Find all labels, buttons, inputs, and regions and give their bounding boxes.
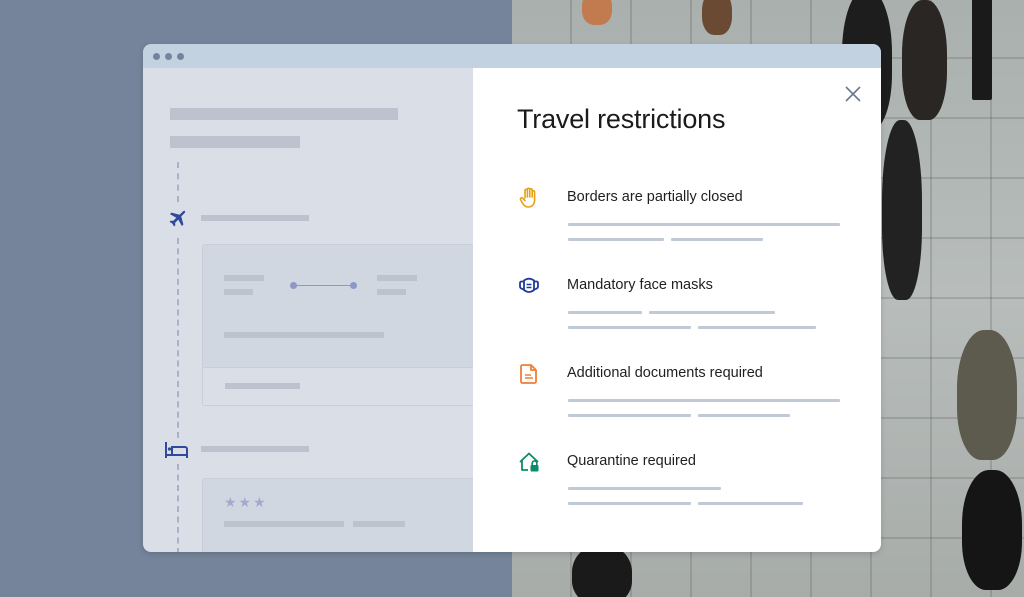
hand-stop-icon <box>519 187 536 208</box>
placeholder-hotel-title <box>201 446 309 452</box>
placeholder-subheading <box>170 136 300 148</box>
hotel-bed-icon <box>165 442 188 458</box>
placeholder-line <box>698 326 816 329</box>
window-dot[interactable] <box>177 52 184 60</box>
timeline-line <box>177 162 179 202</box>
placeholder-line <box>568 223 840 226</box>
restriction-label: Quarantine required <box>567 453 696 469</box>
timeline-line <box>177 464 179 552</box>
placeholder-origin <box>224 275 264 281</box>
placeholder-line <box>698 502 803 505</box>
close-icon <box>845 86 861 102</box>
photo-person <box>582 0 612 25</box>
restriction-item-masks: Mandatory face masks <box>517 274 847 334</box>
placeholder-origin-time <box>224 289 253 295</box>
route-end-dot <box>350 282 357 289</box>
airplane-icon <box>169 210 186 227</box>
placeholder-line <box>671 238 763 241</box>
page-title: Travel restrictions <box>517 104 726 134</box>
placeholder-hotel-price <box>353 521 405 527</box>
placeholder-line <box>568 311 642 314</box>
window-dot[interactable] <box>153 52 160 60</box>
photo-person <box>702 0 732 35</box>
window-titlebar <box>143 44 881 68</box>
placeholder-hotel-name <box>224 521 344 527</box>
flight-card-footer <box>203 367 481 405</box>
placeholder-flight-title <box>201 215 309 221</box>
placeholder-line <box>568 414 691 417</box>
restriction-item-borders: Borders are partially closed <box>517 186 847 246</box>
placeholder-line <box>568 238 664 241</box>
close-button[interactable] <box>843 84 863 104</box>
restriction-label: Additional documents required <box>567 365 763 381</box>
route-line <box>294 285 354 286</box>
document-icon <box>520 364 537 384</box>
flight-card[interactable] <box>202 244 482 406</box>
placeholder-footer <box>225 383 300 389</box>
browser-window: ★★★ Travel restrictions Borders are part… <box>143 44 881 552</box>
face-mask-icon <box>519 277 539 293</box>
restriction-label: Borders are partially closed <box>567 189 743 205</box>
placeholder-heading <box>170 108 398 120</box>
hotel-card[interactable]: ★★★ <box>202 478 482 552</box>
photo-person <box>572 545 632 597</box>
placeholder-line <box>698 414 790 417</box>
placeholder-line <box>649 311 775 314</box>
itinerary-panel: ★★★ <box>143 68 482 552</box>
placeholder-line <box>568 487 721 490</box>
restriction-label: Mandatory face masks <box>567 277 713 293</box>
restriction-item-documents: Additional documents required <box>517 362 847 422</box>
placeholder-line <box>568 399 840 402</box>
placeholder-destination-time <box>377 289 406 295</box>
placeholder-destination <box>377 275 417 281</box>
hotel-rating-stars: ★★★ <box>224 495 268 511</box>
photo-person <box>902 0 947 120</box>
restriction-item-quarantine: Quarantine required <box>517 450 847 510</box>
placeholder-line <box>568 502 691 505</box>
photo-person <box>882 120 922 300</box>
travel-restrictions-panel: Travel restrictions Borders are partiall… <box>473 68 881 552</box>
placeholder-flight-details <box>224 332 384 338</box>
window-dot[interactable] <box>165 52 172 60</box>
photo-pole <box>972 0 992 100</box>
photo-person <box>962 470 1022 590</box>
timeline-line <box>177 238 179 438</box>
house-lock-icon <box>519 452 539 472</box>
placeholder-line <box>568 326 691 329</box>
photo-person <box>957 330 1017 460</box>
